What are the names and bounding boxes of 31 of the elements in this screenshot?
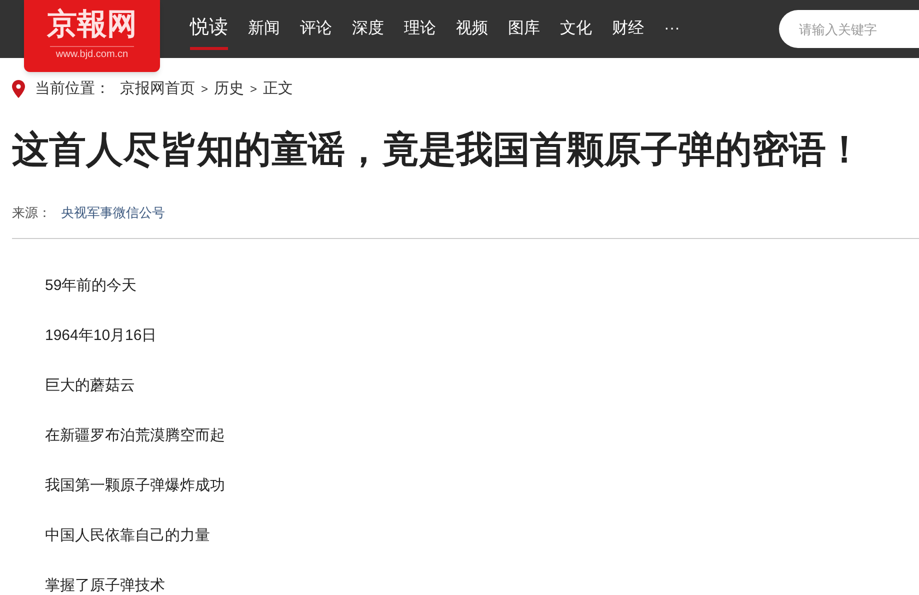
breadcrumb-separator: > [201,81,208,98]
nav-tab[interactable]: 悦读 [190,8,228,50]
logo[interactable]: 京報网 www.bjd.com.cn [24,0,160,72]
breadcrumb-separator: > [250,81,258,98]
logo-url: www.bjd.com.cn [50,46,134,62]
nav-tab[interactable]: 理论 [404,11,436,47]
article-title: 这首人尽皆知的童谣，竟是我国首颗原子弹的密语！ [11,128,864,172]
breadcrumb-label: 当前位置： [35,79,110,99]
nav-tab[interactable]: ··· [664,11,680,47]
article-paragraph: 中国人民依靠自己的力量 [45,526,211,546]
breadcrumb-link[interactable]: 历史 [214,78,244,100]
source-label: 来源： [12,204,51,222]
article-paragraph: 59年前的今天 [45,276,138,296]
article-paragraph: 我国第一颗原子弹爆炸成功 [45,476,226,496]
breadcrumb-link[interactable]: 京报网首页 [120,78,195,100]
nav-tab[interactable]: 财经 [612,11,644,47]
nav-tab[interactable]: 图库 [508,11,540,47]
nav-tab[interactable]: 视频 [456,11,488,47]
nav-tab[interactable]: 深度 [352,11,384,47]
article-paragraph: 掌握了原子弹技术 [45,576,166,595]
article-paragraph: 在新疆罗布泊荒漠腾空而起 [45,426,226,446]
breadcrumb-link[interactable]: 正文 [263,78,294,100]
search-field[interactable]: 请输入关键字 [779,10,919,48]
logo-text: 京報网 [47,10,137,40]
nav-tab[interactable]: 文化 [560,11,592,47]
article-paragraph: 巨大的蘑菇云 [45,376,136,396]
source-link[interactable]: 央视军事微信公号 [61,202,165,222]
nav-tab[interactable]: 评论 [300,11,332,47]
location-pin-icon [12,80,25,98]
article-paragraph: 1964年10月16日 [45,326,158,346]
nav-tab[interactable]: 新闻 [248,11,280,47]
